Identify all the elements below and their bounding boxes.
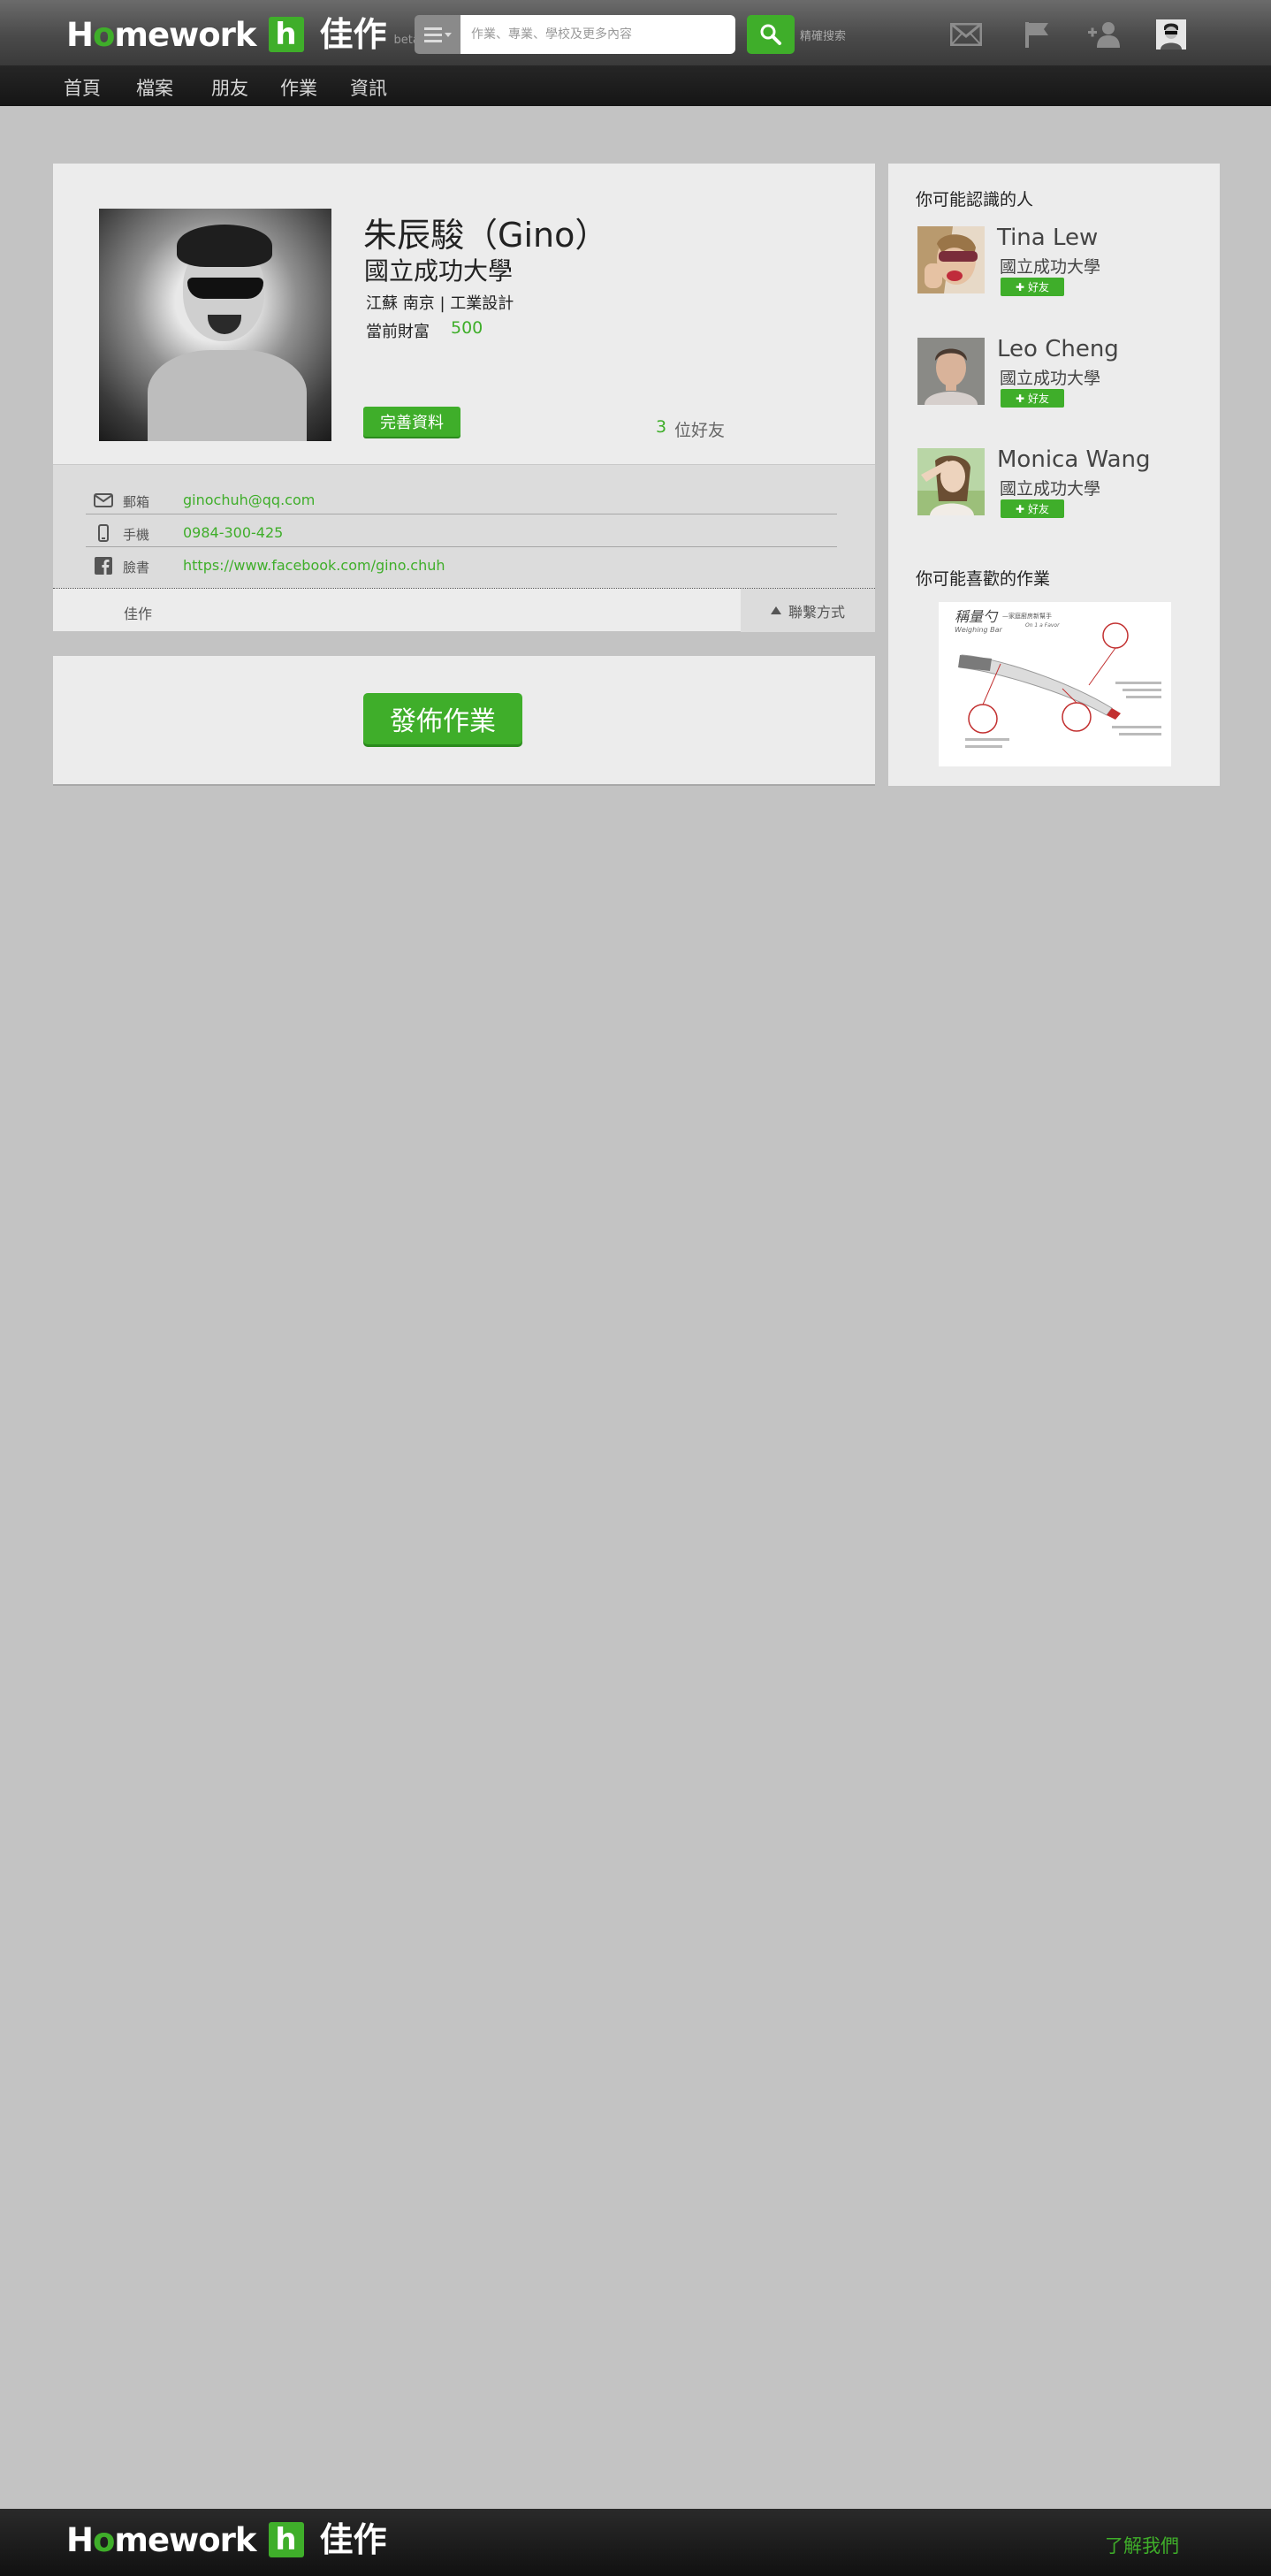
menu-icon — [423, 27, 442, 42]
user-menu-button[interactable] — [1153, 17, 1189, 52]
mail-icon — [950, 23, 982, 46]
logo-badge: h — [268, 17, 304, 52]
user-avatar-icon — [1156, 19, 1186, 50]
notifications-button[interactable] — [1019, 17, 1054, 52]
profile-location-major: 江蘇 南京 | 工業設計 — [366, 294, 514, 313]
profile-photo[interactable] — [99, 209, 331, 441]
add-friend-label: 好友 — [1028, 392, 1050, 405]
nav-info[interactable]: 資訊 — [350, 74, 387, 101]
search-button[interactable] — [747, 15, 795, 54]
work-title: 稱量勺 — [955, 608, 999, 625]
flag-icon — [1025, 22, 1048, 48]
site-logo[interactable]: Homework h 佳作 beta — [66, 14, 420, 55]
plus-icon: ✚ — [1015, 280, 1025, 293]
email-link[interactable]: ginochuh@qq.com — [183, 492, 315, 508]
contact-label: 臉書 — [123, 560, 150, 575]
publish-card: 發佈作業 — [53, 656, 875, 786]
profile-name: 朱辰駿（Gino） — [363, 216, 609, 255]
person-avatar[interactable] — [917, 226, 985, 293]
main-nav: 首頁 檔案 朋友 作業 資訊 — [0, 65, 1271, 106]
work-tagline: On 1 a Favor — [1025, 622, 1060, 629]
work-subtitle-en: Weighing Bar — [955, 626, 1003, 634]
profile-tabs: 佳作 聯繫方式 — [53, 588, 875, 632]
publish-homework-button[interactable]: 發佈作業 — [363, 693, 522, 744]
facebook-icon — [94, 557, 113, 575]
friends-count[interactable]: 3 — [656, 417, 666, 437]
person-school: 國立成功大學 — [1000, 369, 1101, 388]
friend-requests-button[interactable] — [1086, 17, 1122, 52]
tab-works[interactable]: 佳作 — [124, 602, 152, 623]
contact-row-facebook: 臉書 https://www.facebook.com/gino.chuh — [86, 548, 837, 580]
friends-label[interactable]: 位好友 — [674, 417, 725, 441]
footer-logo[interactable]: Homework h 佳作 — [66, 2519, 387, 2560]
messages-button[interactable] — [948, 17, 984, 52]
profile-card: 朱辰駿（Gino） 國立成功大學 江蘇 南京 | 工業設計 當前財富 500 完… — [53, 164, 875, 632]
search-bar — [415, 15, 735, 54]
tab-contact-toggle[interactable]: 聯繫方式 — [741, 589, 875, 632]
person-school: 國立成功大學 — [1000, 257, 1101, 277]
suggested-person: Tina Lew 國立成功大學 ✚ 好友 — [917, 225, 1209, 297]
plus-icon: ✚ — [1015, 392, 1025, 405]
contact-label: 郵箱 — [123, 494, 150, 510]
nav-profile[interactable]: 檔案 — [136, 74, 173, 101]
add-friend-label: 好友 — [1028, 281, 1050, 293]
person-avatar[interactable] — [917, 448, 985, 515]
logo-chinese: 佳作 — [319, 15, 387, 54]
profile-school: 國立成功大學 — [364, 256, 514, 286]
suggested-person: Leo Cheng 國立成功大學 ✚ 好友 — [917, 336, 1209, 408]
person-avatar[interactable] — [917, 338, 985, 405]
plus-icon: ✚ — [1015, 502, 1025, 515]
person-name[interactable]: Leo Cheng — [997, 336, 1119, 362]
work-subtitle-cn: —家庭廚房新幫手 — [1002, 612, 1052, 620]
top-header: Homework h 佳作 beta 精確搜索 — [0, 0, 1271, 65]
search-category-dropdown[interactable] — [415, 15, 460, 54]
person-name[interactable]: Tina Lew — [997, 225, 1098, 251]
contact-row-phone: 手機 0984-300-425 — [86, 515, 837, 547]
logo-wordmark: Homework — [66, 2520, 257, 2559]
suggested-work-thumbnail[interactable]: 稱量勺 —家庭廚房新幫手 Weighing Bar On 1 a Favor — [939, 602, 1171, 766]
add-friend-button[interactable]: ✚ 好友 — [1001, 499, 1064, 518]
about-us-link[interactable]: 了解我們 — [1105, 2532, 1179, 2558]
person-school: 國立成功大學 — [1000, 479, 1101, 499]
add-friend-button[interactable]: ✚ 好友 — [1001, 389, 1064, 408]
people-you-may-know-title: 你可能認識的人 — [916, 190, 1034, 210]
logo-wordmark: Homework — [66, 15, 257, 54]
contact-label: 手機 — [123, 527, 150, 543]
search-icon — [760, 24, 781, 45]
footer: Homework h 佳作 了解我們 — [0, 2509, 1271, 2576]
complete-profile-button[interactable]: 完善資料 — [363, 407, 460, 437]
logo-badge: h — [268, 2522, 304, 2557]
advanced-search-link[interactable]: 精確搜索 — [800, 27, 846, 43]
phone-icon — [94, 524, 113, 542]
facebook-link[interactable]: https://www.facebook.com/gino.chuh — [183, 557, 445, 574]
phone-link[interactable]: 0984-300-425 — [183, 524, 283, 541]
mail-icon — [94, 492, 113, 509]
nav-homework[interactable]: 作業 — [280, 74, 317, 101]
suggested-person: Monica Wang 國立成功大學 ✚ 好友 — [917, 446, 1209, 519]
chevron-up-icon — [770, 606, 781, 614]
add-friend-label: 好友 — [1028, 503, 1050, 515]
contact-info: 郵箱 ginochuh@qq.com 手機 0984-300-425 臉書 ht… — [53, 464, 875, 588]
tab-contact-label: 聯繫方式 — [788, 603, 845, 621]
search-input[interactable] — [460, 15, 735, 54]
works-you-may-like-title: 你可能喜歡的作業 — [916, 569, 1051, 589]
logo-chinese: 佳作 — [319, 2520, 387, 2559]
add-friend-icon — [1088, 22, 1120, 48]
wealth-value: 500 — [451, 318, 483, 338]
nav-friends[interactable]: 朋友 — [211, 74, 248, 101]
wealth-label: 當前財富 — [366, 323, 430, 341]
add-friend-button[interactable]: ✚ 好友 — [1001, 278, 1064, 296]
chevron-down-icon — [444, 32, 452, 37]
person-name[interactable]: Monica Wang — [997, 446, 1151, 473]
contact-row-email: 郵箱 ginochuh@qq.com — [86, 483, 837, 514]
sidebar: 你可能認識的人 Tina Lew 國立成功大學 ✚ 好友 Leo Cheng 國… — [888, 164, 1220, 786]
nav-home[interactable]: 首頁 — [64, 74, 101, 101]
